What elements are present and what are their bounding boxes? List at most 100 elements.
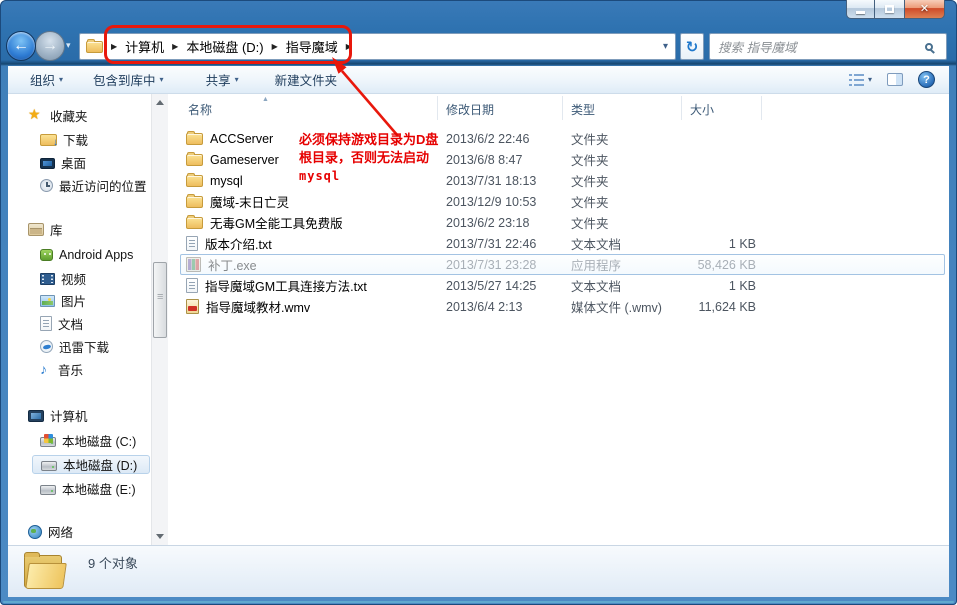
minimize-button[interactable] — [846, 0, 875, 19]
preview-pane-button[interactable] — [887, 73, 903, 86]
chevron-down-icon: ▾ — [235, 75, 239, 84]
scrollbar-thumb[interactable] — [153, 262, 167, 338]
search-box[interactable]: 搜索 指导魔域 — [709, 33, 947, 60]
sidebar-item-drive[interactable]: 本地磁盘 (D:) — [32, 455, 150, 474]
file-row[interactable]: 魔域-末日亡灵2013/12/9 10:53文件夹 — [180, 191, 945, 212]
folder-download-icon — [40, 134, 57, 146]
file-name-cell: 指导魔域教材.wmv — [180, 297, 438, 316]
breadcrumb-local-disk-d[interactable]: 本地磁盘 (D:) — [186, 37, 263, 56]
column-header-date[interactable]: 修改日期 — [438, 96, 563, 120]
breadcrumb-separator-icon[interactable]: ▶ — [346, 42, 352, 51]
help-button[interactable]: ? — [918, 71, 935, 88]
status-bar: 9 个对象 — [8, 545, 949, 597]
sidebar-item-label: 网络 — [48, 522, 73, 541]
txt-icon — [186, 278, 198, 293]
file-row[interactable]: 指导魔域GM工具连接方法.txt 2013/5/27 14:25文本文档1 KB — [180, 275, 945, 296]
sidebar-item-android[interactable]: Android Apps — [40, 245, 133, 264]
recent-pages-dropdown[interactable]: ▾ — [66, 40, 71, 51]
file-size: 58,426 KB — [682, 258, 762, 272]
folder-icon — [186, 196, 203, 208]
file-name: 指导魔域教材.wmv — [206, 297, 310, 316]
sidebar-item-folder-download[interactable]: 下载 — [40, 130, 88, 149]
address-history-dropdown[interactable]: ▾ — [663, 41, 668, 52]
sidebar-item-thunder[interactable]: 迅雷下载 — [40, 337, 109, 356]
file-type: 文本文档 — [563, 234, 682, 253]
column-header-type[interactable]: 类型 — [563, 96, 682, 120]
sort-ascending-icon: ▲ — [262, 96, 269, 103]
file-row[interactable]: ACCServer2013/6/2 22:46文件夹 — [180, 128, 945, 149]
file-row[interactable]: 无毒GM全能工具免费版2013/6/2 23:18文件夹 — [180, 212, 945, 233]
sidebar-section-computer[interactable]: 计算机 — [28, 406, 88, 425]
sidebar-item-label: 桌面 — [61, 153, 86, 172]
change-view-button[interactable]: ▾ — [849, 74, 872, 86]
sidebar-item-drive[interactable]: 本地磁盘 (E:) — [40, 479, 136, 498]
address-bar[interactable]: ▶ 计算机 ▶ 本地磁盘 (D:) ▶ 指导魔域 ▶ ▾ — [79, 33, 676, 60]
file-date: 2013/6/8 8:47 — [438, 153, 563, 167]
new-folder-button[interactable]: 新建文件夹 — [275, 70, 338, 89]
file-row[interactable]: mysql2013/7/31 18:13文件夹 — [180, 170, 945, 191]
command-toolbar: 组织▾ 包含到库中▾ 共享▾ 新建文件夹 ▾ ? — [8, 66, 949, 94]
breadcrumb-current-folder[interactable]: 指导魔域 — [286, 37, 338, 56]
sidebar-item-drive-system[interactable]: 本地磁盘 (C:) — [40, 431, 136, 450]
exe-icon — [186, 257, 201, 272]
sidebar-item-document[interactable]: 文档 — [40, 314, 83, 333]
sidebar-item-music[interactable]: 音乐 — [40, 360, 83, 379]
file-type: 文本文档 — [563, 276, 682, 295]
document-icon — [40, 316, 52, 331]
sidebar-item-video[interactable]: 视频 — [40, 269, 86, 288]
search-icon — [925, 43, 933, 51]
breadcrumb-computer[interactable]: 计算机 — [125, 37, 164, 56]
close-button[interactable]: ✕ — [904, 0, 945, 19]
file-size: 1 KB — [682, 237, 762, 251]
maximize-button[interactable] — [875, 0, 904, 19]
file-row[interactable]: 指导魔域教材.wmv2013/6/4 2:13媒体文件 (.wmv)11,624… — [180, 296, 945, 317]
sidebar-item-label: 库 — [50, 220, 63, 239]
file-name-cell: 指导魔域GM工具连接方法.txt — [180, 276, 438, 295]
include-in-library-button[interactable]: 包含到库中▾ — [93, 70, 164, 89]
scroll-up-button[interactable] — [152, 94, 169, 111]
file-row[interactable]: 补丁.exe2013/7/31 23:28应用程序58,426 KB — [180, 254, 945, 275]
file-type: 媒体文件 (.wmv) — [563, 297, 682, 316]
forward-button[interactable]: → — [35, 31, 65, 61]
sidebar-section-library[interactable]: 库 — [28, 220, 63, 239]
file-name: 版本介绍.txt — [205, 234, 272, 253]
sidebar-scrollbar[interactable] — [151, 94, 168, 545]
share-button[interactable]: 共享▾ — [206, 70, 239, 89]
sidebar-item-recent[interactable]: 最近访问的位置 — [40, 176, 147, 195]
file-row[interactable]: Gameserver2013/6/8 8:47文件夹 — [180, 149, 945, 170]
file-size: 1 KB — [682, 279, 762, 293]
sidebar-item-desktop[interactable]: 桌面 — [40, 153, 86, 172]
refresh-button[interactable]: ↻ — [680, 33, 704, 60]
folder-icon — [186, 133, 203, 145]
sidebar-item-label: 视频 — [61, 269, 86, 288]
file-name-cell: mysql — [180, 174, 438, 188]
file-name-cell: 魔域-末日亡灵 — [180, 192, 438, 211]
sidebar-item-label: 收藏夹 — [50, 106, 88, 125]
scroll-down-button[interactable] — [152, 528, 169, 545]
drive-icon — [40, 485, 56, 495]
minimize-icon — [856, 11, 865, 14]
sidebar-section-star[interactable]: 收藏夹 — [28, 106, 88, 125]
file-date: 2013/5/27 14:25 — [438, 279, 563, 293]
forward-icon: → — [42, 37, 58, 55]
back-icon: ← — [13, 37, 29, 55]
organize-button[interactable]: 组织▾ — [30, 70, 63, 89]
chevron-down-icon: ▾ — [868, 75, 872, 84]
breadcrumb-separator-icon[interactable]: ▶ — [172, 42, 178, 51]
folder-icon — [186, 154, 203, 166]
file-type: 文件夹 — [563, 129, 682, 148]
file-list-pane: 名称 ▲ 修改日期 类型 大小 ACCServer2013/6/2 22:46文… — [180, 94, 949, 545]
breadcrumb-separator-icon[interactable]: ▶ — [111, 42, 117, 51]
file-name-cell: 无毒GM全能工具免费版 — [180, 213, 438, 232]
column-header-size[interactable]: 大小 — [682, 96, 762, 120]
sidebar-section-network[interactable]: 网络 — [28, 522, 73, 541]
back-button[interactable]: ← — [6, 31, 36, 61]
sidebar-item-label: 计算机 — [50, 406, 88, 425]
file-name: 指导魔域GM工具连接方法.txt — [205, 276, 367, 295]
sidebar-item-picture[interactable]: 图片 — [40, 291, 86, 310]
column-header-name[interactable]: 名称 ▲ — [180, 96, 438, 120]
file-row[interactable]: 版本介绍.txt2013/7/31 22:46文本文档1 KB — [180, 233, 945, 254]
wmv-icon — [186, 299, 199, 314]
music-icon — [40, 362, 52, 377]
breadcrumb-separator-icon[interactable]: ▶ — [272, 42, 278, 51]
